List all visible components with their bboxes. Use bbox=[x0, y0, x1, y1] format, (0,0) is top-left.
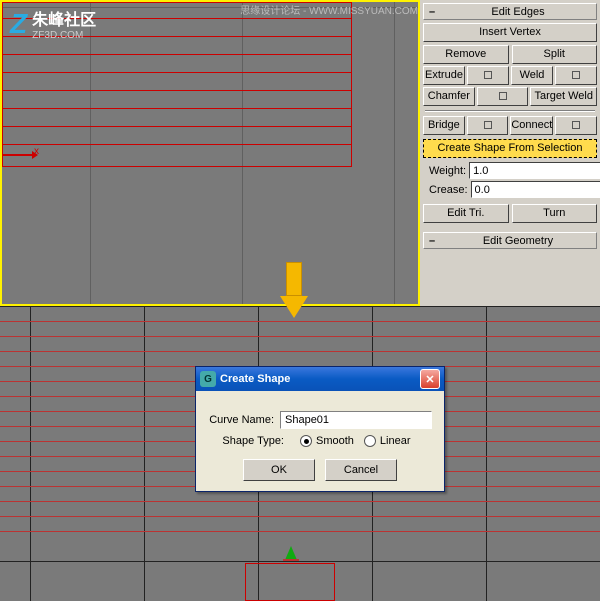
viewport-top[interactable]: x 思缘设计论坛 - WWW.MISSYUAN.COM bbox=[0, 0, 418, 306]
viewport-bottom[interactable]: G Create Shape ✕ Curve Name: Shape Type:… bbox=[0, 306, 600, 601]
settings-icon bbox=[499, 92, 507, 100]
extrude-button[interactable]: Extrude bbox=[423, 66, 465, 85]
remove-button[interactable]: Remove bbox=[423, 45, 509, 64]
linear-radio[interactable] bbox=[364, 435, 376, 447]
create-shape-dialog: G Create Shape ✕ Curve Name: Shape Type:… bbox=[195, 366, 445, 492]
target-weld-button[interactable]: Target Weld bbox=[530, 87, 597, 106]
close-icon: ✕ bbox=[425, 373, 434, 386]
rollout-collapse-icon: – bbox=[424, 235, 440, 247]
settings-icon bbox=[572, 71, 580, 79]
bridge-button[interactable]: Bridge bbox=[423, 116, 465, 135]
weight-input[interactable] bbox=[469, 162, 600, 179]
smooth-radio[interactable] bbox=[300, 435, 312, 447]
modify-panel: – Edit Edges Insert Vertex Remove Split … bbox=[418, 0, 600, 306]
rollout-edit-geometry-header[interactable]: – Edit Geometry bbox=[423, 232, 597, 249]
settings-icon bbox=[484, 71, 492, 79]
weight-label: Weight: bbox=[429, 165, 466, 177]
ok-button[interactable]: OK bbox=[243, 459, 315, 481]
edit-tri-button[interactable]: Edit Tri. bbox=[423, 204, 509, 223]
connect-button[interactable]: Connect bbox=[510, 116, 553, 135]
insert-vertex-button[interactable]: Insert Vertex bbox=[423, 23, 597, 42]
weld-button[interactable]: Weld bbox=[511, 66, 553, 85]
rollout-collapse-icon: – bbox=[424, 6, 440, 18]
cancel-button[interactable]: Cancel bbox=[325, 459, 397, 481]
crease-label: Crease: bbox=[429, 184, 468, 196]
x-axis-label: x bbox=[34, 146, 39, 157]
turn-button[interactable]: Turn bbox=[512, 204, 598, 223]
linear-radio-label: Linear bbox=[380, 435, 411, 447]
chamfer-settings-button[interactable] bbox=[477, 87, 529, 106]
weld-settings-button[interactable] bbox=[555, 66, 597, 85]
selected-shape bbox=[245, 563, 335, 601]
dialog-title: Create Shape bbox=[220, 373, 290, 385]
settings-icon bbox=[484, 121, 492, 129]
site-logo: Z 朱峰社区 ZF3D.COM bbox=[10, 6, 96, 41]
crease-input[interactable] bbox=[471, 181, 600, 198]
curve-name-label: Curve Name: bbox=[208, 414, 274, 426]
settings-icon bbox=[572, 121, 580, 129]
create-shape-from-selection-button[interactable]: Create Shape From Selection bbox=[423, 139, 597, 158]
chamfer-button[interactable]: Chamfer bbox=[423, 87, 475, 106]
annotation-arrow-down-icon bbox=[280, 262, 308, 318]
extrude-settings-button[interactable] bbox=[467, 66, 509, 85]
divider bbox=[425, 110, 595, 112]
dialog-titlebar[interactable]: G Create Shape ✕ bbox=[196, 367, 444, 391]
rollout-edit-edges-header[interactable]: – Edit Edges bbox=[423, 3, 597, 20]
x-axis-gizmo[interactable] bbox=[2, 154, 32, 156]
connect-settings-button[interactable] bbox=[555, 116, 597, 135]
curve-name-input[interactable] bbox=[280, 411, 432, 429]
close-button[interactable]: ✕ bbox=[420, 369, 440, 389]
app-icon: G bbox=[200, 371, 216, 387]
transform-gizmo-icon[interactable] bbox=[285, 546, 297, 560]
smooth-radio-label: Smooth bbox=[316, 435, 354, 447]
rollout-title: Edit Geometry bbox=[440, 235, 596, 247]
bridge-settings-button[interactable] bbox=[467, 116, 509, 135]
split-button[interactable]: Split bbox=[512, 45, 598, 64]
shape-type-label: Shape Type: bbox=[208, 435, 284, 447]
watermark-top: 思缘设计论坛 - WWW.MISSYUAN.COM bbox=[240, 2, 418, 17]
rollout-title: Edit Edges bbox=[440, 6, 596, 18]
